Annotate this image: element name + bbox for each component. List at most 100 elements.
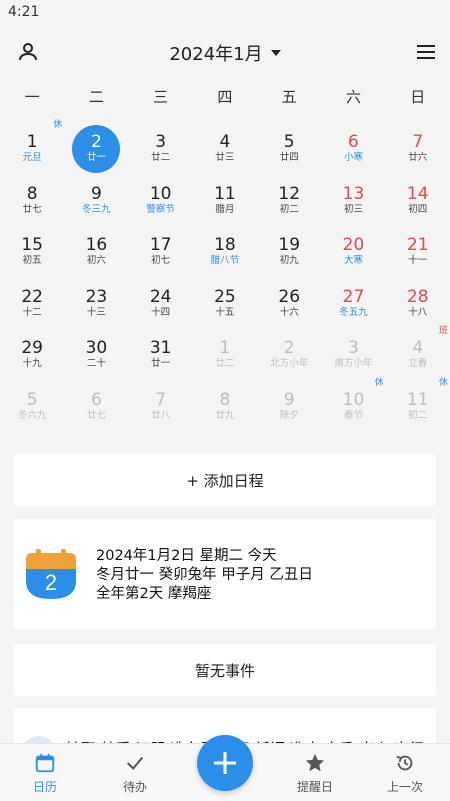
- calendar-day[interactable]: 20 大寒: [321, 221, 385, 273]
- day-number: 22: [21, 286, 43, 307]
- lunar-date: 春节: [343, 409, 363, 421]
- lunar-date: 廿七: [86, 409, 106, 421]
- lunar-date: 初五: [22, 255, 42, 266]
- lunar-date: 大寒: [343, 255, 363, 266]
- lunar-date: 初六: [86, 255, 106, 266]
- calendar-day[interactable]: 3 廿二: [129, 118, 193, 170]
- calendar-day[interactable]: 17 初七: [129, 221, 193, 273]
- lunar-date: 元旦: [22, 152, 42, 163]
- lunar-date: 廿四: [279, 152, 299, 163]
- calendar-day[interactable]: 9 除夕: [257, 376, 321, 428]
- calendar-day[interactable]: 1 元旦 休: [0, 118, 64, 170]
- calendar-week-row: 15 初五 16 初六 17 初七 18 腊八节 19 初九 20 大寒 21 十一: [0, 221, 450, 273]
- calendar-day[interactable]: 12 初二: [257, 170, 321, 222]
- calendar-day[interactable]: 16 初六: [64, 221, 128, 273]
- calendar-grid: 1 元旦休 2 廿一 3 廿二 4 廿三 5 廿四 6 小寒 7 廿六 8 廿七 9 冬三九 10 警察节 11 腊月 12…: [0, 118, 450, 427]
- lunar-date: 腊八节: [210, 255, 240, 266]
- calendar-day[interactable]: 22 十二: [0, 273, 64, 325]
- day-number: 12: [278, 183, 301, 204]
- tab-previous-label: 上一次: [386, 780, 423, 794]
- weekday-label: 六: [345, 88, 361, 106]
- lunar-date: 十八: [408, 306, 428, 318]
- calendar-day[interactable]: 25 十五: [193, 273, 257, 325]
- date-info-card: 2 2024年1月2日 星期二 今天 冬月廿一 癸卯兔年 甲子月 乙丑日 全年第…: [14, 519, 436, 630]
- calendar-day[interactable]: 26 十六: [257, 273, 321, 325]
- status-time: 4:21: [8, 4, 40, 20]
- calendar-day[interactable]: 15 初五: [0, 221, 64, 273]
- calendar-day[interactable]: 31 廿一: [129, 324, 193, 376]
- calendar-day[interactable]: 11 初二 休: [386, 376, 450, 428]
- holiday-badge: 休: [438, 377, 448, 388]
- day-number: 21: [406, 235, 429, 255]
- lunar-date: 十一: [408, 255, 428, 266]
- calendar-day[interactable]: 30 二十: [64, 324, 128, 376]
- calendar-day[interactable]: 23 十三: [64, 273, 128, 325]
- day-number: 25: [214, 286, 236, 307]
- weekday-label: 五: [281, 88, 297, 106]
- lunar-date: 初九: [279, 255, 299, 266]
- calendar-day[interactable]: 14 初四: [386, 170, 450, 222]
- day-number: 24: [149, 286, 172, 307]
- lunar-date: 警察节: [146, 203, 175, 215]
- calendar-week-row: 5 冬六九 6 廿七 7 廿八 8 廿九 9 除夕 10 春节 休 11 初二休: [0, 376, 450, 428]
- lunar-date: 十六: [279, 306, 299, 318]
- calendar-day[interactable]: 4 立春 班: [386, 324, 450, 376]
- calendar-day[interactable]: 8 廿九: [193, 376, 257, 428]
- tab-calendar[interactable]: 日历: [0, 744, 90, 801]
- tab-todo[interactable]: 待办: [90, 744, 180, 801]
- tab-todo-label: 待办: [122, 780, 147, 794]
- calendar-day[interactable]: 13 初三: [321, 170, 385, 222]
- weekday-label: 三: [153, 88, 169, 106]
- day-number: 14: [406, 183, 429, 204]
- tab-reminder[interactable]: 提醒日: [270, 744, 360, 801]
- lunar-date: 初四: [408, 203, 428, 215]
- date-info-line2: 冬月廿一 癸卯兔年 甲子月 乙丑日: [96, 567, 313, 583]
- calendar-day[interactable]: 10 春节 休: [321, 376, 385, 428]
- calendar-day[interactable]: 10 警察节: [129, 170, 193, 222]
- calendar-day[interactable]: 8 廿七: [0, 170, 64, 222]
- holiday-badge: 休: [374, 377, 384, 388]
- month-selector[interactable]: 2024年1月: [0, 40, 450, 66]
- day-number: 19: [278, 235, 301, 255]
- calendar-icon-day: 2: [45, 570, 57, 595]
- day-number: 17: [149, 235, 172, 255]
- calendar-day[interactable]: 6 小寒: [321, 118, 385, 170]
- no-event-card: 暂无事件: [14, 644, 436, 696]
- calendar-day[interactable]: 4 廿三: [193, 118, 257, 170]
- calendar-week-row: 22 十二 23 十三 24 十四 25 十五 26 十六 27 冬五九 28 十八: [0, 273, 450, 325]
- lunar-date: 十四: [151, 306, 171, 318]
- add-schedule-button[interactable]: + 添加日程: [14, 454, 436, 506]
- menu-button[interactable]: [408, 34, 444, 70]
- status-bar: 4:21: [0, 0, 450, 26]
- calendar-day[interactable]: 18 腊八节: [193, 221, 257, 273]
- day-number: 4: [219, 132, 231, 152]
- calendar-day-selected[interactable]: 2 廿一: [64, 118, 128, 173]
- calendar-day[interactable]: 27 冬五九: [321, 273, 385, 325]
- lunar-date: 十九: [22, 358, 42, 369]
- calendar-day[interactable]: 24 十四: [129, 273, 193, 325]
- day-number: 20: [342, 235, 365, 255]
- tab-previous[interactable]: 上一次: [360, 744, 450, 801]
- calendar-day[interactable]: 29 十九: [0, 324, 64, 376]
- calendar-day[interactable]: 21 十一: [386, 221, 450, 273]
- calendar-day[interactable]: 7 廿八: [129, 376, 193, 428]
- lunar-date: 北方小年: [270, 358, 309, 369]
- calendar-day[interactable]: 28 十八: [386, 273, 450, 325]
- calendar-day[interactable]: 5 廿四: [257, 118, 321, 170]
- day-number: 1: [26, 132, 38, 152]
- calendar-day[interactable]: 7 廿六: [386, 118, 450, 170]
- weekday-header: 一二三四五六日: [0, 86, 450, 114]
- day-number: 10: [342, 389, 365, 410]
- calendar-day[interactable]: 3 南方小年: [321, 324, 385, 376]
- day-number: 28: [406, 286, 429, 307]
- add-fab-button[interactable]: [197, 735, 253, 791]
- calendar-day[interactable]: 2 北方小年: [257, 324, 321, 376]
- calendar-day[interactable]: 6 廿七: [64, 376, 128, 428]
- calendar-day[interactable]: 9 冬三九: [64, 170, 128, 222]
- calendar-day[interactable]: 11 腊月: [193, 170, 257, 222]
- calendar-day[interactable]: 5 冬六九: [0, 376, 64, 428]
- day-number: 23: [85, 286, 108, 307]
- calendar-day[interactable]: 19 初九: [257, 221, 321, 273]
- calendar-day[interactable]: 1 廿二: [193, 324, 257, 376]
- tab-calendar-label: 日历: [32, 780, 57, 794]
